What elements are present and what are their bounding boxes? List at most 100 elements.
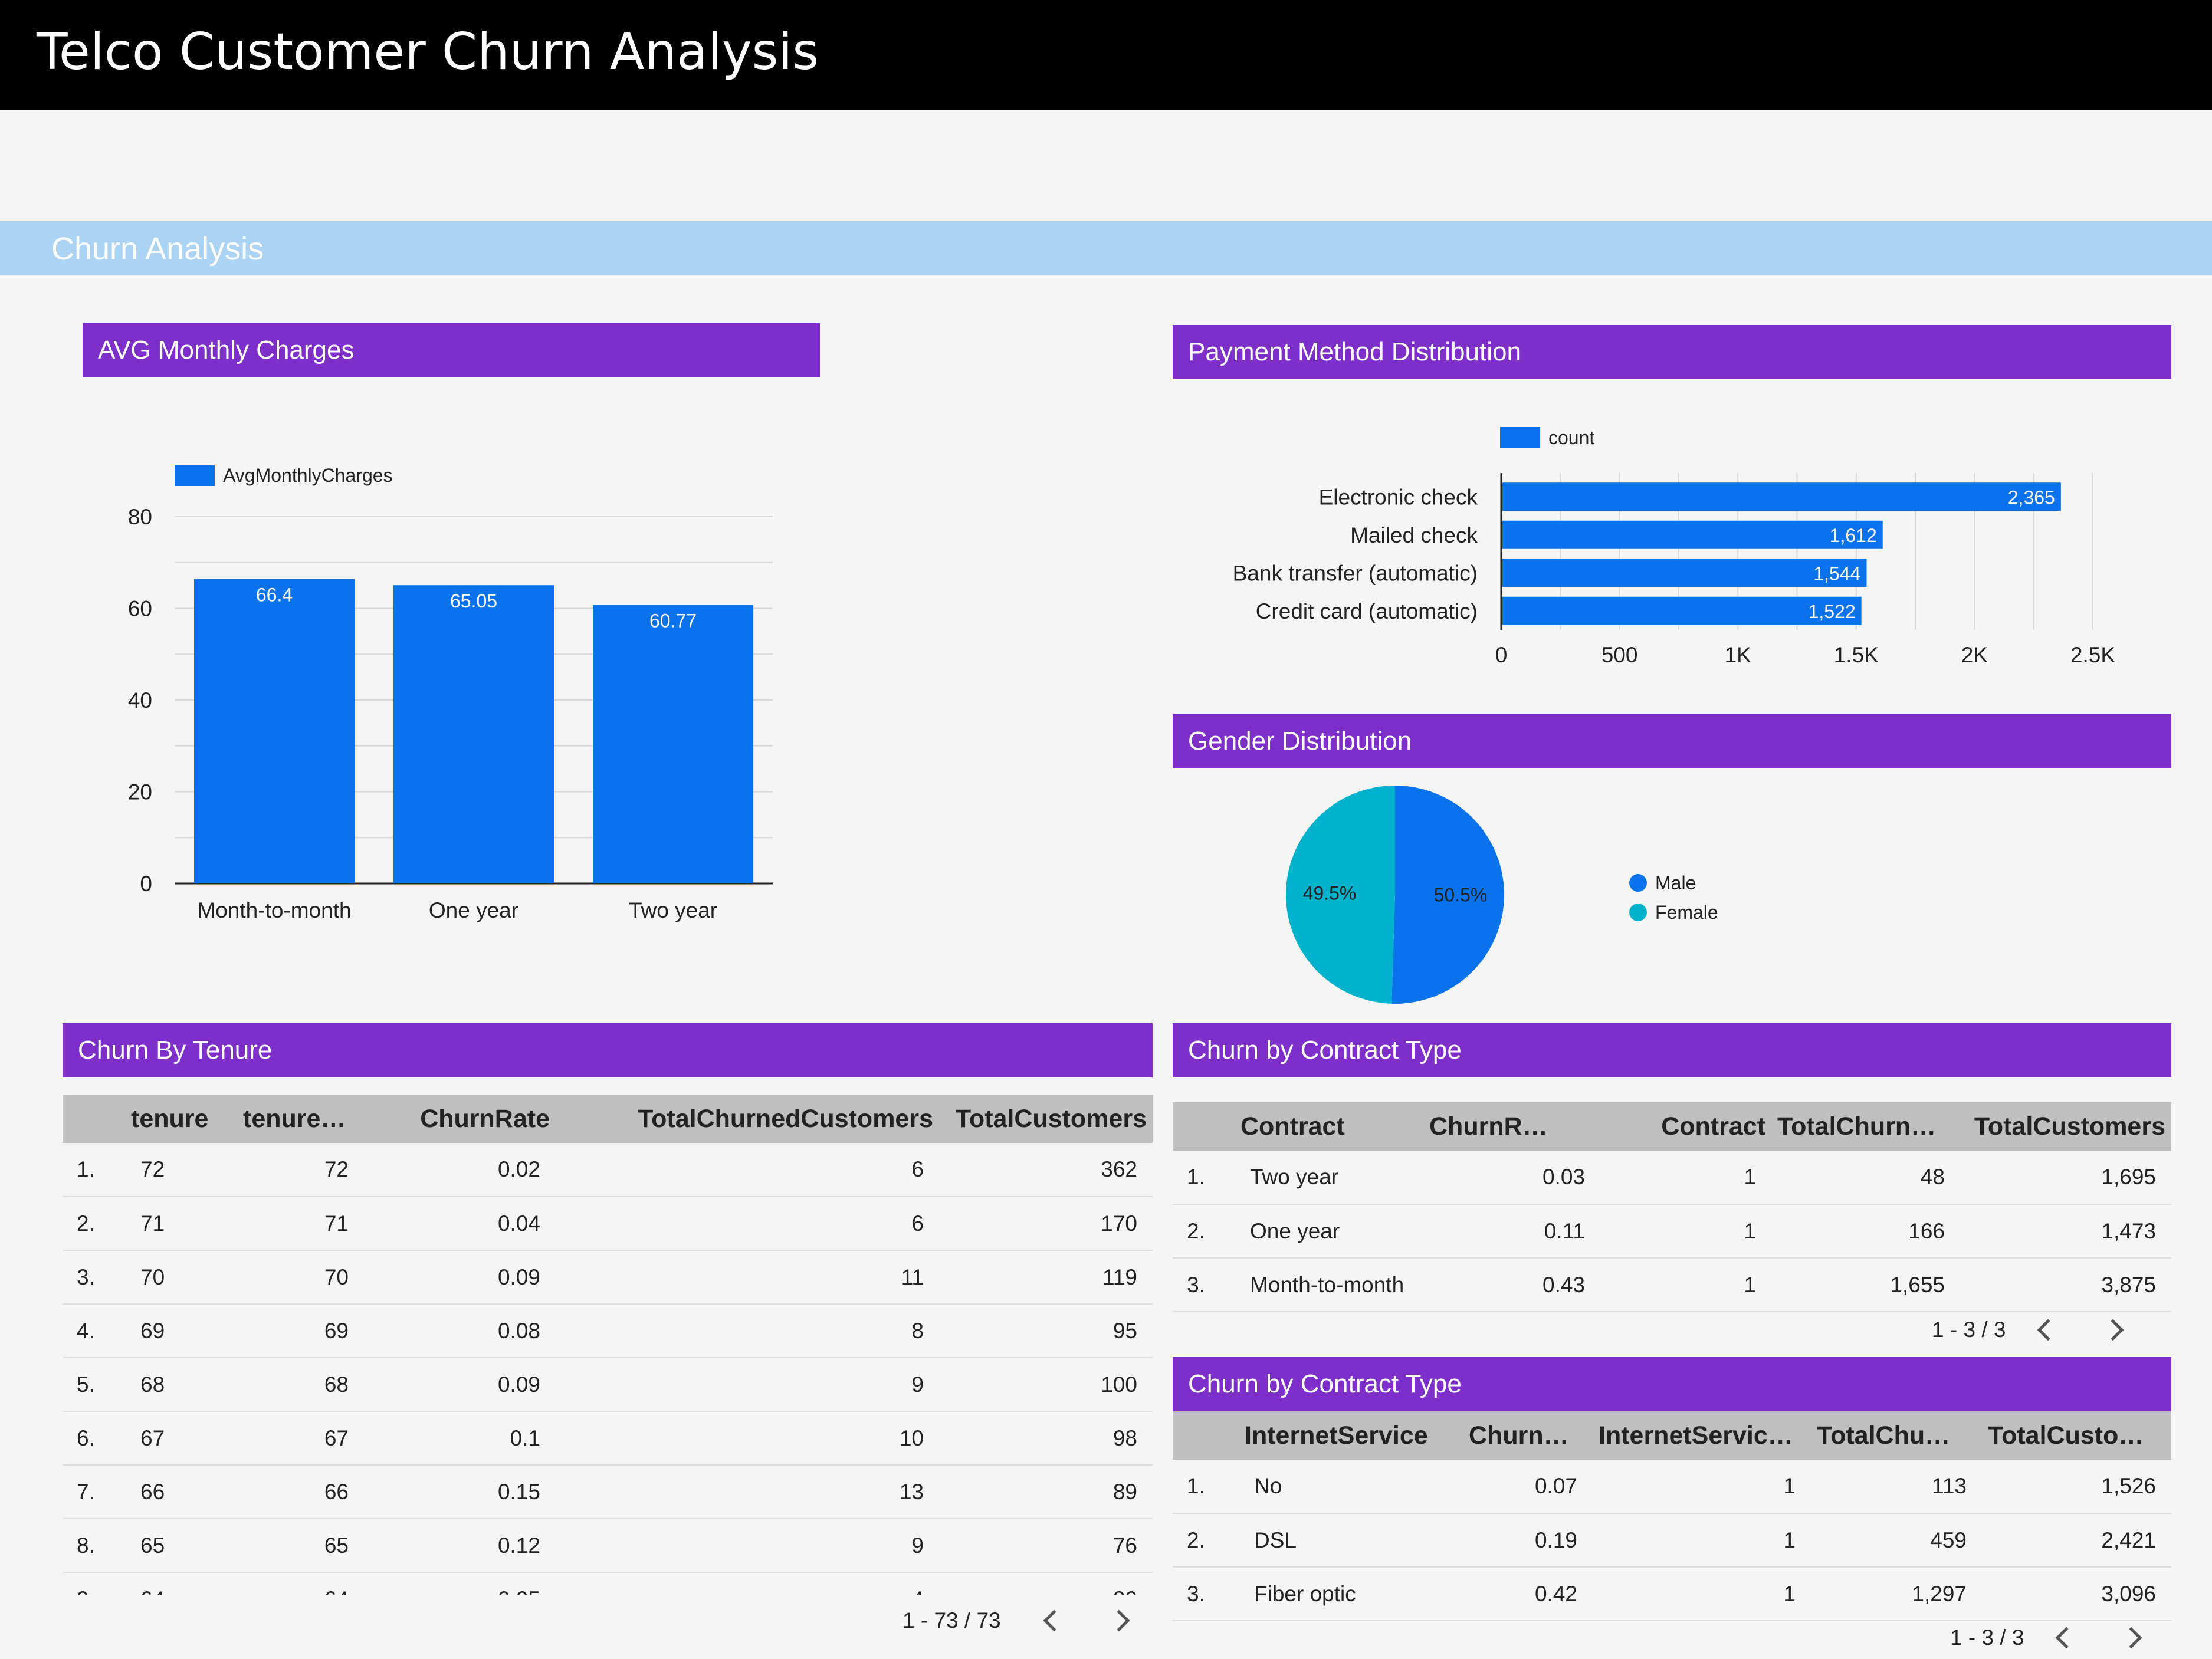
column-header[interactable]: Churn… — [1463, 1411, 1593, 1460]
table-cell: 1 — [1600, 1258, 1771, 1312]
x-tick-label: 1K — [1725, 643, 1752, 667]
table-cell: 66 — [125, 1465, 237, 1519]
table-cell: 48 — [1771, 1151, 1960, 1205]
table-row[interactable]: 2. DSL 0.19 1 459 2,421 — [1173, 1513, 2171, 1568]
table-row[interactable]: 2. One year 0.11 1 166 1,473 — [1173, 1204, 2171, 1259]
table-cell: 98 — [939, 1411, 1153, 1466]
prev-page-button[interactable] — [1036, 1603, 1072, 1638]
x-tick-label: 0 — [1495, 643, 1508, 667]
table-row[interactable]: 5. 68 68 0.09 9 100 — [63, 1358, 1153, 1412]
payment-method-chart: count Electronic check Mailed check Bank t… — [1233, 427, 2115, 667]
chevron-left-icon — [2056, 1627, 2078, 1649]
x-tick-label: 2.5K — [2070, 643, 2115, 667]
table-cell: 1 — [1593, 1513, 1811, 1568]
bar[interactable] — [1502, 520, 1883, 549]
table-header-row: tenure tenure… ChurnRate TotalChurnedCus… — [63, 1095, 1153, 1143]
column-header[interactable]: InternetServic… — [1593, 1411, 1811, 1460]
table-row[interactable]: 9.64640.05480 — [63, 1572, 1153, 1595]
table-row[interactable]: 4. 69 69 0.08 8 95 — [63, 1304, 1153, 1358]
table-row[interactable]: 3. Fiber optic 0.42 1 1,297 3,096 — [1173, 1567, 2171, 1621]
page-title: Telco Customer Churn Analysis — [37, 22, 819, 81]
table-row[interactable]: 1. Two year 0.03 1 48 1,695 — [1173, 1151, 2171, 1205]
prev-page-button[interactable] — [2049, 1620, 2084, 1655]
table-row[interactable]: 1. 72 72 0.02 6 362 — [63, 1143, 1153, 1197]
legend-item-male: Male — [1629, 868, 1718, 898]
table-cell: 95 — [939, 1304, 1153, 1358]
pie-value-label: 49.5% — [1303, 882, 1357, 904]
prev-page-button[interactable] — [2030, 1312, 2066, 1348]
column-header[interactable]: ChurnR… — [1423, 1102, 1600, 1151]
table-cell: 80 — [939, 1572, 1153, 1595]
row-index: 9. — [63, 1572, 125, 1595]
churn-by-tenure-table-wrap[interactable]: tenure tenure… ChurnRate TotalChurnedCus… — [63, 1095, 1153, 1595]
column-header[interactable]: TotalChu… — [1811, 1411, 1982, 1460]
table-cell: 0.03 — [1423, 1151, 1600, 1205]
avg-monthly-charges-header: AVG Monthly Charges — [83, 323, 820, 377]
column-header[interactable]: TotalCustom… — [1982, 1411, 2171, 1460]
table-cell: 69 — [237, 1304, 364, 1358]
next-page-button[interactable] — [1101, 1603, 1137, 1638]
legend-female-label: Female — [1655, 901, 1718, 923]
table-cell: 3,875 — [1960, 1258, 2171, 1312]
column-header[interactable]: TotalChurn… — [1771, 1102, 1960, 1151]
column-header[interactable]: tenure… — [237, 1095, 364, 1143]
row-index: 1. — [1173, 1460, 1239, 1514]
table-row[interactable]: 7. 66 66 0.15 13 89 — [63, 1465, 1153, 1519]
row-index: 3. — [1173, 1567, 1239, 1621]
bar[interactable] — [194, 579, 355, 883]
table-cell: 0.11 — [1423, 1204, 1600, 1259]
column-header[interactable]: TotalChurnedCustomers — [556, 1095, 939, 1143]
table-cell: 3,096 — [1982, 1567, 2171, 1621]
column-header[interactable]: Contract — [1600, 1102, 1771, 1151]
bar[interactable] — [393, 585, 554, 883]
row-index: 3. — [63, 1250, 125, 1305]
column-header[interactable]: ChurnRate — [364, 1095, 556, 1143]
table-cell: 10 — [556, 1411, 939, 1466]
table-cell: Month-to-month — [1235, 1258, 1423, 1312]
column-header[interactable]: Contract — [1235, 1102, 1423, 1151]
x-tick-label: 500 — [1601, 643, 1638, 667]
bar[interactable] — [1502, 596, 1862, 625]
bar[interactable] — [593, 605, 753, 883]
category-label: Electronic check — [1319, 485, 1478, 509]
table-row[interactable]: 3. 70 70 0.09 11 119 — [63, 1250, 1153, 1305]
table-row[interactable]: 8. 65 65 0.12 9 76 — [63, 1519, 1153, 1573]
table-cell: 170 — [939, 1197, 1153, 1251]
table-row[interactable]: 3. Month-to-month 0.43 1 1,655 3,875 — [1173, 1258, 2171, 1312]
chevron-right-icon — [2121, 1627, 2142, 1649]
column-header[interactable]: InternetService — [1239, 1411, 1463, 1460]
internet-pagination: 1 - 3 / 3 — [1950, 1620, 2149, 1655]
bar[interactable] — [1502, 482, 2061, 511]
table-cell: One year — [1235, 1204, 1423, 1259]
next-page-button[interactable] — [2113, 1620, 2149, 1655]
table-cell: 0.1 — [364, 1411, 556, 1466]
column-header[interactable]: tenure — [125, 1095, 237, 1143]
table-cell: 1 — [1600, 1151, 1771, 1205]
legend-label: AvgMonthlyCharges — [223, 465, 393, 486]
table-cell: 68 — [125, 1358, 237, 1412]
category-label: Mailed check — [1350, 523, 1478, 547]
table-cell: 65 — [125, 1519, 237, 1573]
row-index: 1. — [1173, 1151, 1235, 1205]
churn-by-internet-header: Churn by Contract Type — [1173, 1357, 2171, 1411]
avg-monthly-charges-title: AVG Monthly Charges — [98, 336, 355, 364]
table-cell: 11 — [556, 1250, 939, 1305]
payment-method-header: Payment Method Distribution — [1173, 325, 2171, 379]
male-dot-icon — [1629, 874, 1647, 892]
row-index: 7. — [63, 1465, 125, 1519]
bar[interactable] — [1502, 559, 1867, 587]
y-tick-label: 60 — [128, 597, 152, 621]
column-header[interactable]: TotalCustomers — [939, 1095, 1153, 1143]
next-page-button[interactable] — [2095, 1312, 2131, 1348]
table-cell: 1,297 — [1811, 1567, 1982, 1621]
column-header[interactable]: TotalCustomers — [1960, 1102, 2171, 1151]
table-cell: 9 — [556, 1358, 939, 1412]
table-cell: 13 — [556, 1465, 939, 1519]
table-row[interactable]: 6. 67 67 0.1 10 98 — [63, 1411, 1153, 1466]
table-cell: 0.42 — [1463, 1567, 1593, 1621]
table-cell: 1,473 — [1960, 1204, 2171, 1259]
table-row[interactable]: 2. 71 71 0.04 6 170 — [63, 1197, 1153, 1251]
churn-by-tenure-title: Churn By Tenure — [78, 1036, 273, 1065]
x-tick-label: One year — [429, 898, 518, 922]
table-row[interactable]: 1. No 0.07 1 113 1,526 — [1173, 1460, 2171, 1514]
